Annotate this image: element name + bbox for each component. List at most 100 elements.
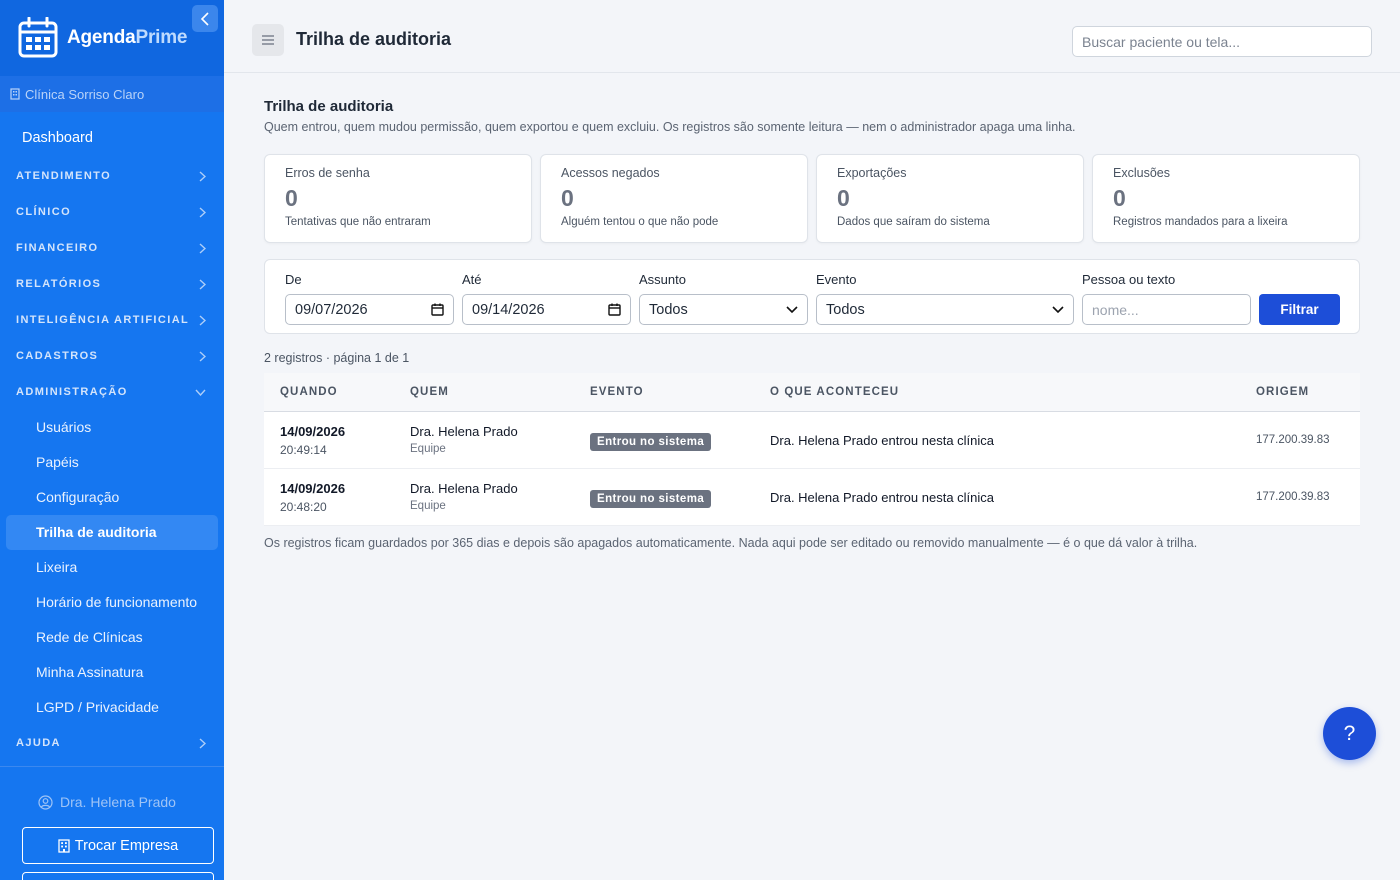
menu-toggle-button[interactable]	[252, 24, 284, 56]
stat-subtitle: Dados que saíram do sistema	[837, 216, 990, 228]
records-count: 2 registros · página 1 de 1	[264, 351, 410, 365]
brand-name: AgendaPrime	[67, 27, 187, 49]
chevron-down-icon	[786, 305, 798, 313]
event-value: Todos	[826, 301, 865, 318]
stat-subtitle: Registros mandados para a lixeira	[1113, 216, 1288, 228]
row-time: 20:49:14	[280, 443, 327, 457]
brand: AgendaPrime	[0, 0, 224, 76]
sidebar-group-financeiro[interactable]: FINANCEIRO	[0, 230, 224, 266]
brand-name-part1: Agenda	[67, 27, 136, 48]
chevron-down-icon	[1052, 305, 1064, 313]
filters-panel: De 09/07/2026 Até 09/14/2026 Assunto Tod…	[264, 259, 1360, 334]
sidebar-item-lgpd-privacidade[interactable]: LGPD / Privacidade	[6, 690, 218, 725]
stat-value: 0	[1113, 185, 1126, 211]
stat-card-password-errors: Erros de senha 0 Tentativas que não entr…	[264, 154, 532, 243]
hamburger-menu-icon	[262, 35, 274, 45]
event-label: Evento	[816, 272, 857, 287]
row-date: 14/09/2026	[280, 424, 346, 439]
chevron-right-icon	[199, 206, 206, 218]
sidebar-item-rede-de-clinicas[interactable]: Rede de Clínicas	[6, 620, 218, 655]
main-content: Trilha de auditoria Quem entrou, quem mu…	[264, 98, 1360, 550]
sidebar-group-atendimento[interactable]: ATENDIMENTO	[0, 158, 224, 194]
row-description: Dra. Helena Prado entrou nesta clínica	[770, 490, 995, 505]
stat-value: 0	[285, 185, 298, 211]
table-header: QUANDO QUEM EVENTO O QUE ACONTECEU ORIGE…	[264, 373, 1360, 412]
calendar-icon	[608, 303, 621, 316]
help-button[interactable]: ?	[1323, 707, 1376, 760]
row-description: Dra. Helena Prado entrou nesta clínica	[770, 433, 995, 448]
stats-cards: Erros de senha 0 Tentativas que não entr…	[264, 154, 1360, 243]
sidebar-item-horario-de-funcionamento[interactable]: Horário de funcionamento	[6, 585, 218, 620]
event-select[interactable]: Todos	[816, 294, 1074, 325]
stat-subtitle: Alguém tentou o que não pode	[561, 216, 719, 228]
collapse-sidebar-button[interactable]	[192, 5, 218, 32]
stat-label: Erros de senha	[285, 166, 370, 180]
sidebar-group-label: ADMINISTRAÇÃO	[16, 386, 128, 398]
person-text-input[interactable]: nome...	[1082, 294, 1251, 325]
to-date-label: Até	[462, 272, 482, 287]
sidebar-group-label: INTELIGÊNCIA ARTIFICIAL	[16, 314, 190, 326]
row-time: 20:48:20	[280, 500, 327, 514]
sidebar-item-configuracao[interactable]: Configuração	[6, 480, 218, 515]
to-date-input[interactable]: 09/14/2026	[462, 294, 631, 325]
row-user: Dra. Helena Prado	[410, 481, 518, 496]
stat-value: 0	[561, 185, 574, 211]
sidebar-group-cadastros[interactable]: CADASTROS	[0, 338, 224, 374]
brand-name-part2: Prime	[135, 27, 188, 48]
stat-subtitle: Tentativas que não entraram	[285, 216, 431, 228]
search-input[interactable]	[1072, 26, 1372, 57]
sidebar-item-dashboard[interactable]: Dashboard	[0, 122, 224, 158]
clinic-selector[interactable]: Clínica Sorriso Claro	[0, 76, 224, 112]
sidebar-group-relatorios[interactable]: RELATÓRIOS	[0, 266, 224, 302]
sidebar-group-label: ATENDIMENTO	[16, 170, 112, 182]
sidebar-group-administracao[interactable]: ADMINISTRAÇÃO	[0, 374, 224, 410]
row-user: Dra. Helena Prado	[410, 424, 518, 439]
building-icon	[10, 88, 20, 100]
sidebar-group-label: CLÍNICO	[16, 206, 72, 218]
sidebar-group-clinico[interactable]: CLÍNICO	[0, 194, 224, 230]
person-text-placeholder: nome...	[1092, 301, 1139, 318]
row-role: Equipe	[410, 443, 446, 455]
sidebar-item-minha-assinatura[interactable]: Minha Assinatura	[6, 655, 218, 690]
sidebar-group-ajuda[interactable]: AJUDA	[0, 725, 224, 761]
event-badge: Entrou no sistema	[590, 433, 712, 451]
chevron-right-icon	[199, 242, 206, 254]
switch-company-button[interactable]: Trocar Empresa	[22, 827, 214, 864]
subject-select[interactable]: Todos	[639, 294, 808, 325]
sidebar-nav: Dashboard ATENDIMENTO CLÍNICO FINANCEIRO…	[0, 112, 224, 761]
sidebar-item-papeis[interactable]: Papéis	[6, 445, 218, 480]
sidebar-group-inteligencia-artificial[interactable]: INTELIGÊNCIA ARTIFICIAL	[0, 302, 224, 338]
user-circle-icon	[38, 794, 53, 810]
from-date-label: De	[285, 272, 302, 287]
switch-company-label: Trocar Empresa	[74, 837, 179, 854]
from-date-input[interactable]: 09/07/2026	[285, 294, 454, 325]
filter-button[interactable]: Filtrar	[1259, 294, 1340, 325]
chevron-left-icon	[200, 11, 209, 26]
page-title: Trilha de auditoria	[296, 29, 452, 49]
calendar-icon	[431, 303, 444, 316]
sidebar-item-lixeira[interactable]: Lixeira	[6, 550, 218, 585]
secondary-sidebar-button[interactable]	[22, 872, 214, 880]
sidebar-item-trilha-de-auditoria[interactable]: Trilha de auditoria	[6, 515, 218, 550]
sidebar-group-label: RELATÓRIOS	[16, 278, 102, 290]
column-header-who: QUEM	[410, 386, 449, 398]
section-description: Quem entrou, quem mudou permissão, quem …	[264, 120, 1076, 134]
user-name: Dra. Helena Prado	[60, 794, 176, 810]
table-row[interactable]: 14/09/2026 20:48:20 Dra. Helena Prado Eq…	[264, 469, 1360, 526]
stat-value: 0	[837, 185, 850, 211]
person-text-label: Pessoa ou texto	[1082, 272, 1176, 287]
sidebar-item-usuarios[interactable]: Usuários	[6, 410, 218, 445]
stat-label: Exportações	[837, 166, 907, 180]
clinic-name: Clínica Sorriso Claro	[25, 86, 145, 102]
chevron-right-icon	[199, 170, 206, 182]
sidebar-group-label: FINANCEIRO	[16, 242, 99, 254]
column-header-event: EVENTO	[590, 386, 644, 398]
table-row[interactable]: 14/09/2026 20:49:14 Dra. Helena Prado Eq…	[264, 412, 1360, 469]
retention-footnote: Os registros ficam guardados por 365 dia…	[264, 536, 1198, 550]
subject-label: Assunto	[639, 272, 686, 287]
row-role: Equipe	[410, 500, 446, 512]
sidebar-group-label: AJUDA	[16, 737, 61, 749]
event-badge: Entrou no sistema	[590, 490, 712, 508]
column-header-when: QUANDO	[280, 386, 338, 398]
audit-table: QUANDO QUEM EVENTO O QUE ACONTECEU ORIGE…	[264, 373, 1360, 526]
